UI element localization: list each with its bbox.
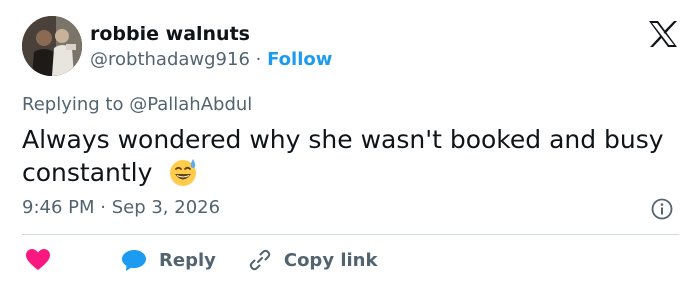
tweet-text: Always wondered why she wasn't booked an… [22, 123, 692, 189]
separator-dot: · [255, 49, 262, 70]
follow-button[interactable]: Follow [267, 49, 332, 70]
divider [22, 234, 679, 235]
heart-icon[interactable] [25, 248, 51, 272]
reply-label: Reply [159, 249, 216, 271]
replying-to-text: Replying to @PallahAbdul [22, 94, 253, 115]
author-handle[interactable]: @robthadawg916 [90, 49, 250, 70]
reply-bubble-icon [122, 250, 146, 271]
author-name[interactable]: robbie walnuts [90, 22, 250, 46]
sweat-smile-emoji-icon [170, 159, 197, 186]
avatar[interactable] [22, 16, 82, 76]
copy-link-button[interactable]: Copy link [216, 248, 378, 272]
reply-button[interactable]: Reply [51, 248, 216, 272]
link-icon [249, 249, 271, 271]
info-icon[interactable] [651, 198, 673, 220]
tweet-text-content: Always wondered why she wasn't booked an… [22, 125, 664, 187]
timestamp[interactable]: 9:46 PM · Sep 3, 2026 [22, 196, 220, 220]
action-bar: Reply Copy link [22, 247, 377, 273]
copy-link-label: Copy link [283, 249, 378, 271]
x-logo-icon[interactable] [648, 20, 678, 48]
author-handle-row: @robthadawg916 · Follow [90, 48, 332, 72]
